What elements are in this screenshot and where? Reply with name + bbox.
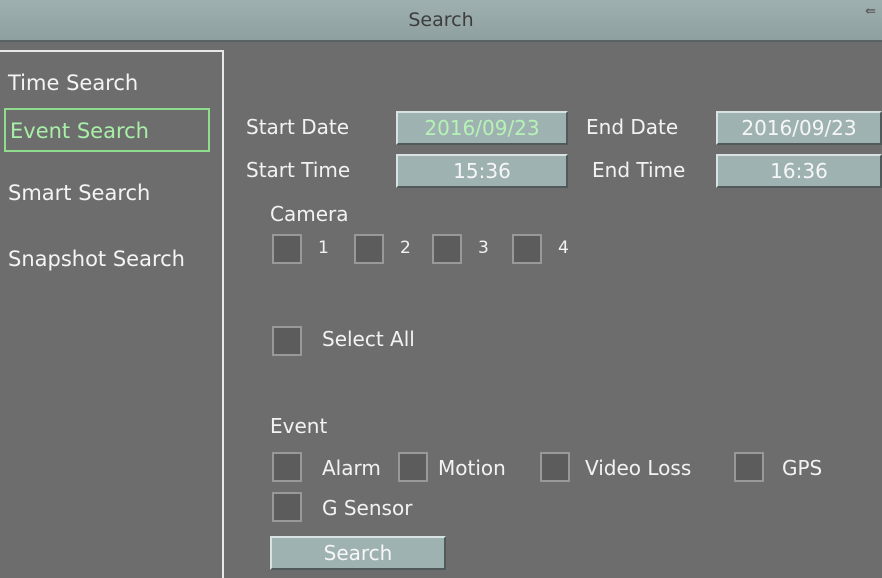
- camera-label: Camera: [270, 202, 349, 226]
- gps-label: GPS: [782, 456, 823, 480]
- camera-2-label: 2: [400, 238, 411, 258]
- select-all-checkbox[interactable]: [272, 326, 302, 356]
- sidebar: Time Search Event Search Smart Search Sn…: [0, 50, 224, 578]
- end-time-label: End Time: [592, 158, 686, 182]
- start-date-label: Start Date: [246, 115, 350, 139]
- sidebar-item-event-search[interactable]: Event Search: [4, 108, 210, 152]
- sidebar-item-time-search[interactable]: Time Search: [4, 62, 210, 106]
- camera-1-label: 1: [318, 238, 329, 258]
- camera-3-label: 3: [478, 238, 489, 258]
- alarm-label: Alarm: [322, 456, 381, 480]
- start-time-field[interactable]: 15:36: [396, 154, 568, 188]
- sidebar-item-snapshot-search[interactable]: Snapshot Search: [4, 238, 210, 282]
- window-title: Search: [408, 9, 474, 31]
- camera-1-checkbox[interactable]: [272, 234, 302, 264]
- sidebar-item-smart-search[interactable]: Smart Search: [4, 172, 210, 216]
- start-date-field[interactable]: 2016/09/23: [396, 111, 568, 145]
- select-all-label: Select All: [322, 327, 415, 351]
- g-sensor-label: G Sensor: [322, 496, 413, 520]
- camera-4-checkbox[interactable]: [512, 234, 542, 264]
- search-button[interactable]: Search: [270, 536, 446, 570]
- camera-4-label: 4: [558, 238, 569, 258]
- motion-label: Motion: [438, 456, 506, 480]
- motion-checkbox[interactable]: [398, 452, 428, 482]
- video-loss-checkbox[interactable]: [540, 452, 570, 482]
- title-bar: Search ⇚: [0, 0, 882, 42]
- end-date-label: End Date: [586, 115, 679, 139]
- end-date-field[interactable]: 2016/09/23: [716, 111, 882, 145]
- gps-checkbox[interactable]: [734, 452, 764, 482]
- g-sensor-checkbox[interactable]: [272, 492, 302, 522]
- event-label: Event: [270, 414, 328, 438]
- end-time-field[interactable]: 16:36: [716, 154, 882, 188]
- start-time-label: Start Time: [246, 158, 351, 182]
- camera-2-checkbox[interactable]: [354, 234, 384, 264]
- video-loss-label: Video Loss: [585, 456, 692, 480]
- camera-3-checkbox[interactable]: [432, 234, 462, 264]
- alarm-checkbox[interactable]: [272, 452, 302, 482]
- back-arrow-icon[interactable]: ⇚: [865, 4, 876, 19]
